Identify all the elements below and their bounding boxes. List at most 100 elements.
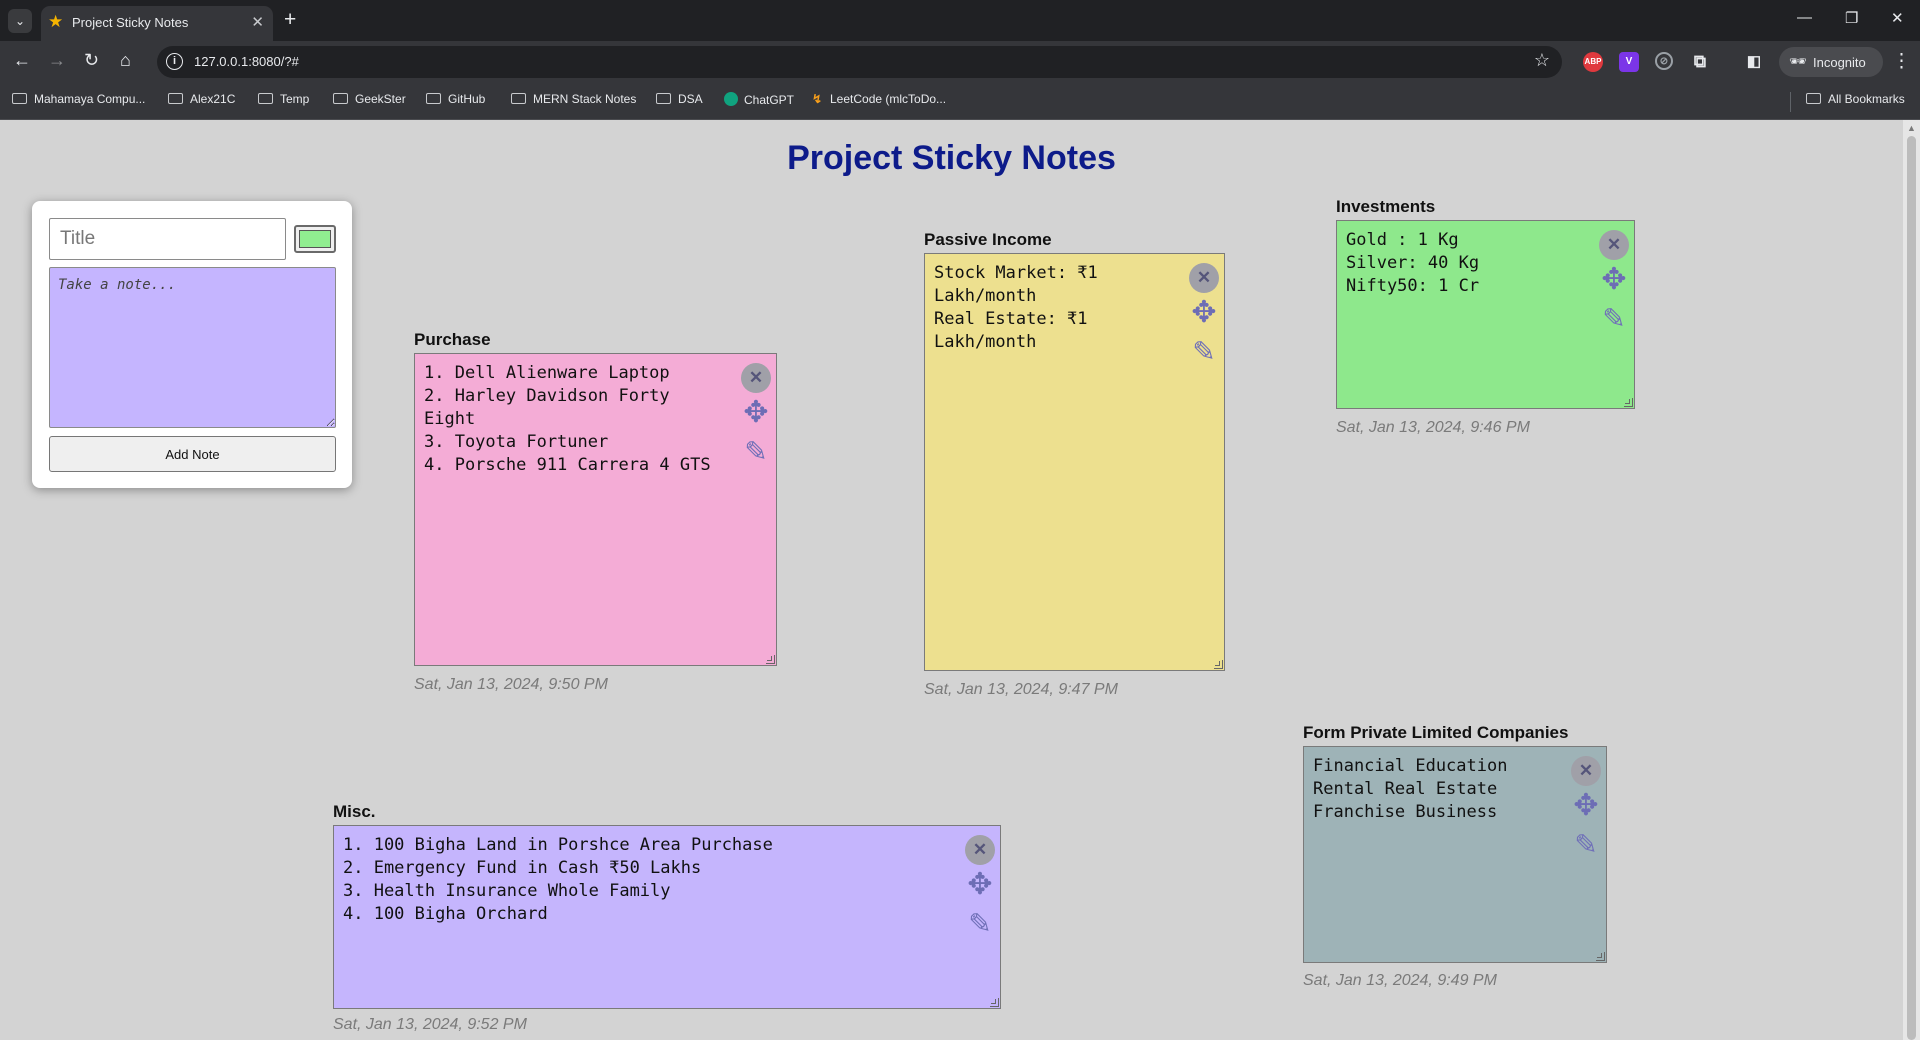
move-icon[interactable]: ✥	[1571, 791, 1601, 821]
note-body[interactable]: Stock Market: ₹1 Lakh/month Real Estate:…	[924, 253, 1225, 671]
folder-icon	[12, 93, 27, 104]
move-icon[interactable]: ✥	[1599, 265, 1629, 295]
bookmarks-divider	[1790, 92, 1791, 112]
pencil-icon[interactable]: ✎	[1189, 337, 1219, 367]
note-date: Sat, Jan 13, 2024, 9:50 PM	[414, 676, 608, 693]
minimize-button[interactable]: —	[1797, 9, 1812, 26]
tab-title: Project Sticky Notes	[72, 15, 189, 30]
incognito-badge[interactable]: 🕶 Incognito	[1779, 47, 1883, 77]
site-info-icon[interactable]: i	[166, 53, 183, 70]
resize-handle[interactable]	[766, 655, 775, 664]
color-picker[interactable]	[294, 225, 336, 253]
note-title: Form Private Limited Companies	[1303, 723, 1569, 742]
note-title: Passive Income	[924, 230, 1052, 249]
bookmark-item[interactable]: Temp	[258, 92, 309, 106]
incognito-icon: 🕶	[1789, 53, 1807, 69]
all-bookmarks-button[interactable]: All Bookmarks	[1806, 92, 1905, 106]
move-icon[interactable]: ✥	[965, 870, 995, 900]
note-content: 1. 100 Bigha Land in Porshce Area Purcha…	[343, 835, 773, 924]
note-content: Financial Education Rental Real Estate F…	[1313, 756, 1508, 822]
note-content: Stock Market: ₹1 Lakh/month Real Estate:…	[934, 263, 1098, 352]
forward-button[interactable]: →	[48, 50, 66, 71]
bookmark-item[interactable]: Mahamaya Compu...	[12, 92, 145, 106]
new-tab-button[interactable]: +	[284, 8, 296, 32]
close-icon[interactable]: ✕	[741, 363, 771, 393]
tab-close-icon[interactable]: ✕	[251, 13, 264, 31]
note-date: Sat, Jan 13, 2024, 9:46 PM	[1336, 419, 1530, 436]
bookmark-item[interactable]: ↯ LeetCode (mlcToDo...	[812, 92, 946, 106]
move-icon[interactable]: ✥	[1189, 298, 1219, 328]
chatgpt-icon	[724, 92, 738, 106]
pencil-icon[interactable]: ✎	[741, 437, 771, 467]
more-menu-icon[interactable]: ⋮	[1892, 50, 1911, 73]
folder-icon	[168, 93, 183, 104]
page-scrollbar[interactable]: ▲	[1903, 120, 1920, 1040]
move-icon[interactable]: ✥	[741, 398, 771, 428]
address-bar[interactable]: i 127.0.0.1:8080/?# ☆	[157, 46, 1562, 78]
bookmarks-bar: Mahamaya Compu... Alex21C Temp GeekSter …	[0, 83, 1920, 120]
note-date: Sat, Jan 13, 2024, 9:52 PM	[333, 1016, 527, 1033]
pencil-icon[interactable]: ✎	[1571, 830, 1601, 860]
home-button[interactable]: ⌂	[120, 50, 131, 71]
folder-icon	[333, 93, 348, 104]
note-textarea[interactable]	[49, 267, 336, 428]
new-note-form: Add Note	[32, 201, 352, 488]
resize-handle[interactable]	[1214, 660, 1223, 669]
note-body[interactable]: Gold : 1 Kg Silver: 40 Kg Nifty50: 1 Cr …	[1336, 220, 1635, 409]
bookmark-item[interactable]: MERN Stack Notes	[511, 92, 636, 106]
reload-button[interactable]: ↻	[84, 50, 99, 71]
bookmark-item[interactable]: GeekSter	[333, 92, 406, 106]
note-date: Sat, Jan 13, 2024, 9:49 PM	[1303, 972, 1497, 989]
star-favicon-icon: ★	[48, 12, 64, 31]
bookmark-item[interactable]: GitHub	[426, 92, 485, 106]
note-date: Sat, Jan 13, 2024, 9:47 PM	[924, 681, 1118, 698]
folder-icon	[426, 93, 441, 104]
bookmark-item[interactable]: Alex21C	[168, 92, 235, 106]
add-note-button[interactable]: Add Note	[49, 436, 336, 472]
tab-search-button[interactable]: ⌄	[8, 9, 32, 33]
window-close-button[interactable]: ✕	[1891, 9, 1904, 27]
pencil-icon[interactable]: ✎	[965, 909, 995, 939]
pencil-icon[interactable]: ✎	[1599, 304, 1629, 334]
active-tab[interactable]: ★ Project Sticky Notes ✕	[41, 6, 273, 41]
note-content: 1. Dell Alienware Laptop 2. Harley David…	[424, 363, 711, 475]
folder-icon	[656, 93, 671, 104]
note-title: Investments	[1336, 197, 1436, 216]
leetcode-icon: ↯	[812, 92, 823, 106]
close-icon[interactable]: ✕	[965, 835, 995, 865]
note-content: Gold : 1 Kg Silver: 40 Kg Nifty50: 1 Cr	[1346, 230, 1480, 296]
folder-icon	[1806, 93, 1821, 104]
extensions-puzzle-icon[interactable]: ⧉	[1690, 52, 1710, 72]
browser-toolbar: ← → ↻ ⌂ i 127.0.0.1:8080/?# ☆ ABP V ⊘ ⧉ …	[0, 41, 1920, 83]
back-button[interactable]: ←	[13, 50, 31, 71]
note-title: Misc.	[333, 802, 376, 821]
adblock-extension-icon[interactable]: ABP	[1583, 52, 1603, 72]
scroll-thumb[interactable]	[1907, 136, 1916, 1040]
restore-button[interactable]: ❐	[1845, 9, 1858, 27]
close-icon[interactable]: ✕	[1599, 230, 1629, 260]
note-body[interactable]: Financial Education Rental Real Estate F…	[1303, 746, 1607, 963]
note-body[interactable]: 1. Dell Alienware Laptop 2. Harley David…	[414, 353, 777, 666]
v-extension-icon[interactable]: V	[1619, 52, 1639, 72]
bookmark-item[interactable]: ChatGPT	[724, 92, 794, 107]
resize-handle[interactable]	[1596, 952, 1605, 961]
page-title: Project Sticky Notes	[787, 139, 1116, 177]
title-input[interactable]	[49, 218, 286, 260]
resize-handle[interactable]	[1624, 398, 1633, 407]
bookmark-item[interactable]: DSA	[656, 92, 703, 106]
close-icon[interactable]: ✕	[1571, 756, 1601, 786]
incognito-label: Incognito	[1813, 55, 1866, 70]
url-text[interactable]: 127.0.0.1:8080/?#	[194, 54, 299, 69]
tab-bar: ⌄ ★ Project Sticky Notes ✕ + — ❐ ✕	[0, 0, 1920, 41]
note-body[interactable]: 1. 100 Bigha Land in Porshce Area Purcha…	[333, 825, 1001, 1009]
bookmark-star-icon[interactable]: ☆	[1534, 50, 1550, 71]
note-title: Purchase	[414, 330, 491, 349]
scroll-up-arrow-icon[interactable]: ▲	[1907, 123, 1916, 133]
close-icon[interactable]: ✕	[1189, 263, 1219, 293]
folder-icon	[511, 93, 526, 104]
color-swatch	[299, 230, 331, 248]
resize-handle[interactable]	[990, 998, 999, 1007]
folder-icon	[258, 93, 273, 104]
side-panel-icon[interactable]: ◧	[1744, 52, 1764, 72]
compass-extension-icon[interactable]: ⊘	[1655, 52, 1673, 70]
